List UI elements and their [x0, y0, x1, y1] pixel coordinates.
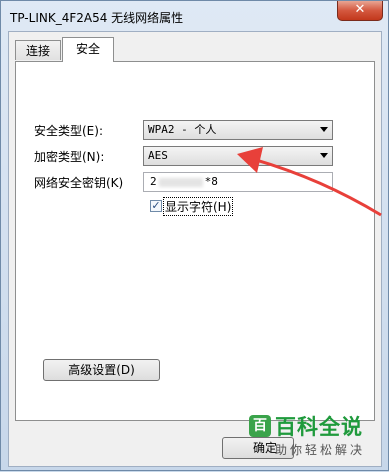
network-key-value-end: *8 [204, 175, 218, 188]
redacted-key-blur [158, 177, 203, 187]
network-key-value-start: 2 [150, 175, 157, 188]
network-key-input[interactable]: 2 *8 [143, 172, 333, 192]
tab-security[interactable]: 安全 [62, 37, 114, 62]
security-tab-panel: 安全类型(E): WPA2 - 个人 加密类型(N): AES 网络安全密钥(K… [15, 61, 375, 421]
close-icon: ✕ [354, 2, 366, 17]
encryption-type-value: AES [148, 149, 168, 162]
tab-connection[interactable]: 连接 [15, 40, 61, 60]
wireless-properties-window: TP-LINK_4F2A54 无线网络属性 ✕ 连接 安全 安全类型(E): W… [0, 0, 389, 471]
advanced-settings-button[interactable]: 高级设置(D) [43, 359, 160, 381]
network-key-label: 网络安全密钥(K) [34, 176, 124, 190]
dialog-client-area: 连接 安全 安全类型(E): WPA2 - 个人 加密类型(N): AES 网络… [8, 31, 382, 467]
show-characters-label[interactable]: 显示字符(H) [162, 197, 234, 216]
window-title: TP-LINK_4F2A54 无线网络属性 [10, 11, 184, 25]
security-type-label: 安全类型(E): [34, 124, 103, 138]
encryption-type-select[interactable]: AES [143, 146, 333, 166]
security-type-select[interactable]: WPA2 - 个人 [143, 120, 333, 140]
show-characters-checkbox[interactable]: ✓ [150, 200, 162, 212]
checkmark-icon: ✓ [151, 199, 161, 212]
title-bar[interactable]: TP-LINK_4F2A54 无线网络属性 ✕ [1, 1, 388, 31]
close-button[interactable]: ✕ [337, 1, 383, 21]
ok-button[interactable]: 确定 [222, 437, 294, 459]
chevron-down-icon [320, 153, 328, 158]
encryption-type-label: 加密类型(N): [34, 150, 105, 164]
security-type-value: WPA2 - 个人 [148, 123, 217, 136]
chevron-down-icon [320, 127, 328, 132]
